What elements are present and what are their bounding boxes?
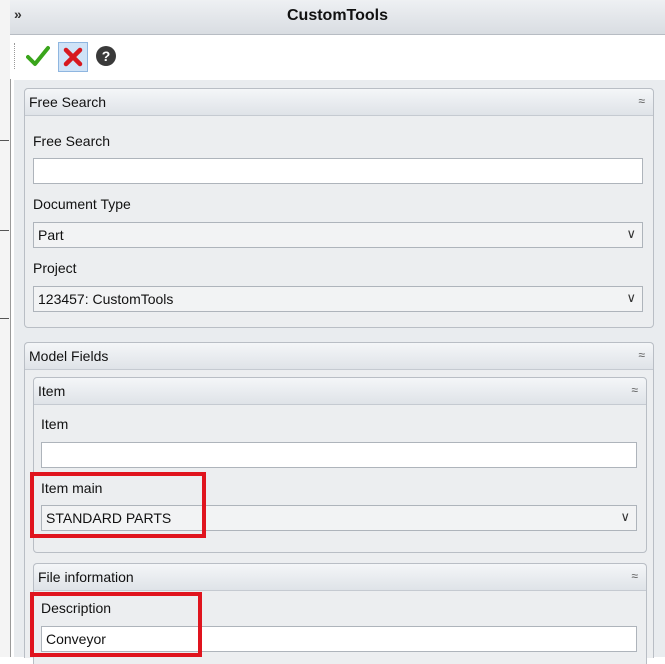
group-title: Model Fields (29, 348, 109, 364)
collapse-up-icon[interactable]: ≈ (631, 569, 638, 583)
item-group-header[interactable]: Item ≈ (34, 378, 646, 405)
cancel-button[interactable] (58, 42, 88, 72)
chevron-down-icon: ∨ (620, 509, 630, 524)
free-search-input[interactable] (33, 158, 643, 184)
item-input[interactable] (41, 442, 637, 468)
free-search-group: Free Search ≈ Free Search Document Type … (24, 88, 654, 328)
model-fields-group-header[interactable]: Model Fields ≈ (25, 343, 653, 370)
project-label: Project (33, 260, 77, 276)
document-type-label: Document Type (33, 196, 131, 212)
collapse-up-icon[interactable]: ≈ (638, 348, 645, 362)
collapse-up-icon[interactable]: ≈ (631, 383, 638, 397)
edge-tick (0, 230, 9, 231)
free-search-group-header[interactable]: Free Search ≈ (25, 89, 653, 116)
file-information-group-header[interactable]: File information ≈ (34, 564, 646, 591)
item-main-highlight-box (30, 472, 206, 538)
free-search-label: Free Search (33, 133, 111, 149)
project-select[interactable]: 123457: CustomTools ∨ (33, 286, 643, 312)
group-title: Free Search (29, 94, 107, 110)
left-window-edge (0, 0, 11, 657)
document-type-value: Part (38, 227, 64, 243)
collapse-up-icon[interactable]: ≈ (638, 94, 645, 108)
window-title: CustomTools (286, 7, 389, 24)
property-pane: Free Search ≈ Free Search Document Type … (14, 80, 665, 664)
edge-tick (0, 140, 9, 141)
help-icon: ? (96, 46, 116, 66)
close-icon (63, 47, 83, 67)
help-button[interactable]: ? (92, 42, 120, 70)
ok-button[interactable] (24, 42, 52, 70)
toolbar: ? (10, 35, 665, 79)
window-titlebar: » CustomTools (10, 0, 665, 35)
chevron-down-icon: ∨ (626, 290, 636, 305)
description-highlight-box (30, 592, 202, 657)
group-title: File information (38, 569, 134, 585)
edge-tick (0, 318, 9, 319)
document-type-select[interactable]: Part ∨ (33, 222, 643, 248)
item-label: Item (41, 416, 69, 432)
group-title: Item (38, 383, 66, 399)
checkmark-icon (26, 46, 50, 66)
chevron-down-icon: ∨ (626, 226, 636, 241)
toolbar-grip (14, 43, 18, 69)
project-value: 123457: CustomTools (38, 291, 174, 307)
